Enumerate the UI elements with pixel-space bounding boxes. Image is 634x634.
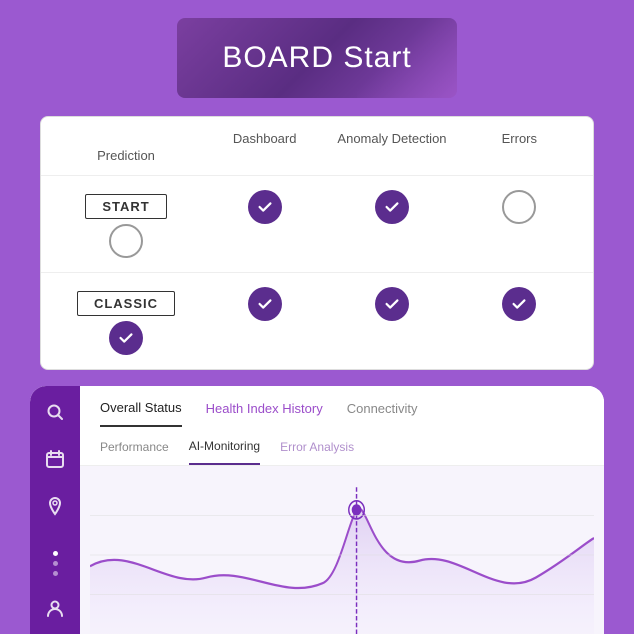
tablet-sidebar: [30, 386, 80, 634]
search-icon[interactable]: [45, 402, 65, 427]
start-badge: START: [85, 194, 166, 219]
col-label: [51, 131, 201, 148]
row-label-start: START: [51, 194, 201, 219]
start-anomaly-cell: [328, 190, 455, 224]
col-anomaly: Anomaly Detection: [328, 131, 455, 148]
chart-marker-dot: [352, 504, 362, 515]
tablet-preview: Overall Status Health Index History Conn…: [30, 386, 604, 634]
table-header: Dashboard Anomaly Detection Errors Predi…: [41, 117, 593, 176]
feature-table: Dashboard Anomaly Detection Errors Predi…: [40, 116, 594, 370]
dot-3: [53, 571, 58, 576]
table-row: START: [41, 176, 593, 273]
chart-area-fill: [90, 509, 594, 634]
tab-overall-status[interactable]: Overall Status: [100, 400, 182, 427]
chart-area: [80, 466, 604, 634]
header-section: BOARD Start: [0, 0, 634, 116]
subtab-error-analysis[interactable]: Error Analysis: [280, 440, 354, 464]
calendar-icon[interactable]: [45, 449, 65, 474]
tab-connectivity[interactable]: Connectivity: [347, 401, 418, 426]
subtab-ai-monitoring[interactable]: AI-Monitoring: [189, 439, 260, 465]
user-icon[interactable]: [45, 598, 65, 623]
subtab-performance[interactable]: Performance: [100, 440, 169, 464]
check-filled-icon: [248, 287, 282, 321]
subtabs-row: Performance AI-Monitoring Error Analysis: [80, 427, 604, 466]
classic-errors-cell: [456, 287, 583, 321]
check-filled-icon: [502, 287, 536, 321]
tablet-main: Overall Status Health Index History Conn…: [80, 386, 604, 634]
header-card: BOARD Start: [177, 18, 457, 98]
header-title: BOARD Start: [222, 41, 411, 75]
start-dashboard-cell: [201, 190, 328, 224]
sidebar-dots: [53, 551, 58, 576]
tab-health-index[interactable]: Health Index History: [206, 401, 323, 426]
location-icon[interactable]: [45, 496, 65, 521]
col-dashboard: Dashboard: [201, 131, 328, 148]
dot-1: [53, 551, 58, 556]
check-filled-icon: [248, 190, 282, 224]
start-errors-cell: [456, 190, 583, 224]
col-errors: Errors: [456, 131, 583, 148]
tabs-row: Overall Status Health Index History Conn…: [80, 386, 604, 427]
start-prediction-cell: [51, 224, 201, 258]
dot-2: [53, 561, 58, 566]
check-empty-icon: [109, 224, 143, 258]
check-filled-icon: [109, 321, 143, 355]
classic-badge: CLASSIC: [77, 291, 175, 316]
table-row: CLASSIC: [41, 273, 593, 369]
check-filled-icon: [375, 287, 409, 321]
check-filled-icon: [375, 190, 409, 224]
col-prediction: Prediction: [51, 148, 201, 165]
row-label-classic: CLASSIC: [51, 291, 201, 316]
classic-dashboard-cell: [201, 287, 328, 321]
check-empty-icon: [502, 190, 536, 224]
classic-prediction-cell: [51, 321, 201, 355]
chart-svg: [90, 476, 594, 634]
classic-anomaly-cell: [328, 287, 455, 321]
